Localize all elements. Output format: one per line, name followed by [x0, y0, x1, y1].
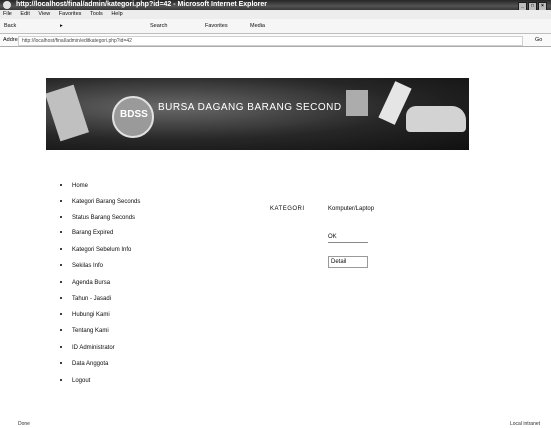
status-text: Done — [18, 421, 30, 427]
bullet-icon — [60, 231, 62, 234]
bullet-icon — [60, 200, 62, 203]
nav-item[interactable]: Tentang Kami — [60, 328, 109, 334]
bullet-icon — [60, 184, 62, 187]
menu-tools[interactable]: Tools — [90, 11, 103, 17]
nav-item-label: Data Anggota — [72, 361, 109, 367]
menu-view[interactable]: View — [38, 11, 50, 17]
nav-item-label: Home — [72, 183, 89, 189]
bullet-icon — [60, 216, 62, 219]
nav-item-label: Tentang Kami — [72, 328, 109, 334]
address-bar: Address http://localhost/final/admin/edi… — [0, 34, 551, 47]
minimize-button[interactable]: _ — [518, 2, 527, 10]
nav-item[interactable]: Agenda Bursa — [60, 280, 110, 286]
back-button[interactable]: Back — [4, 19, 16, 33]
banner-decoration — [46, 84, 89, 142]
window-title: http://localhost/final/admin/kategori.ph… — [15, 1, 268, 8]
nav-item-label: ID Administrator — [72, 345, 115, 351]
bullet-icon — [60, 264, 62, 267]
nav-item[interactable]: Kategori Barang Seconds — [60, 199, 140, 205]
nav-item[interactable]: Data Anggota — [60, 361, 108, 367]
search-button[interactable]: Search — [150, 19, 167, 33]
category-input[interactable]: OK — [328, 233, 368, 243]
nav-item-label: Logout — [72, 378, 91, 384]
nav-item-label: Hubungi Kami — [72, 312, 110, 318]
ie-icon — [3, 1, 11, 9]
close-button[interactable]: × — [538, 2, 547, 10]
nav-item-label: Kategori Sebelum Info — [72, 247, 132, 253]
menu-help[interactable]: Help — [111, 11, 122, 17]
nav-item[interactable]: Tahun - Jasadi — [60, 296, 111, 302]
bullet-icon — [60, 313, 62, 316]
menu-file[interactable]: File — [3, 11, 12, 17]
nav-item-label: Tahun - Jasadi — [72, 296, 112, 302]
nav-item-label: Sekilas Info — [72, 263, 104, 269]
logo-text: BDSS — [120, 109, 148, 120]
nav-item[interactable]: Sekilas Info — [60, 263, 103, 269]
address-input[interactable]: http://localhost/final/admin/editkategor… — [18, 36, 523, 46]
car-image — [406, 106, 466, 132]
nav-item-label: Status Barang Seconds — [72, 215, 136, 221]
nav-item-label: Agenda Bursa — [72, 280, 111, 286]
menu-edit[interactable]: Edit — [20, 11, 29, 17]
menu-favorites[interactable]: Favorites — [59, 11, 82, 17]
nav-item[interactable]: Logout — [60, 378, 90, 384]
category-label: KATEGORI — [270, 206, 305, 212]
nav-item[interactable]: Status Barang Seconds — [60, 215, 135, 221]
bullet-icon — [60, 346, 62, 349]
menu-bar: File Edit View Favorites Tools Help — [0, 10, 551, 19]
nav-item[interactable]: Hubungi Kami — [60, 312, 110, 318]
nav-item[interactable]: Home — [60, 183, 88, 189]
browser-toolbar: Back ▸ Search Favorites Media — [0, 19, 551, 34]
go-button[interactable]: Go — [535, 34, 542, 46]
banner-decoration — [346, 90, 368, 116]
detail-button[interactable]: Detail — [328, 256, 368, 268]
nav-item-label: Barang Expired — [72, 230, 114, 236]
category-value: Komputer/Laptop — [328, 206, 375, 212]
bullet-icon — [60, 248, 62, 251]
nav-item[interactable]: Kategori Sebelum Info — [60, 247, 131, 253]
forward-button[interactable]: ▸ — [60, 19, 63, 33]
favorites-button[interactable]: Favorites — [205, 19, 228, 33]
banner-title: BURSA DAGANG BARANG SECOND — [158, 102, 342, 113]
maximize-button[interactable]: □ — [528, 2, 537, 10]
nav-item[interactable]: Barang Expired — [60, 230, 113, 236]
nav-item[interactable]: ID Administrator — [60, 345, 115, 351]
bullet-icon — [60, 362, 62, 365]
window-controls: _ □ × — [517, 1, 547, 10]
bullet-icon — [60, 297, 62, 300]
media-button[interactable]: Media — [250, 19, 265, 33]
status-bar: Done Local intranet — [0, 420, 551, 428]
window-titlebar: http://localhost/final/admin/kategori.ph… — [0, 0, 551, 10]
bullet-icon — [60, 281, 62, 284]
site-banner: BDSS BURSA DAGANG BARANG SECOND — [46, 78, 469, 150]
bullet-icon — [60, 379, 62, 382]
zone-text: Local intranet — [510, 421, 541, 427]
nav-item-label: Kategori Barang Seconds — [72, 199, 141, 205]
bullet-icon — [60, 329, 62, 332]
